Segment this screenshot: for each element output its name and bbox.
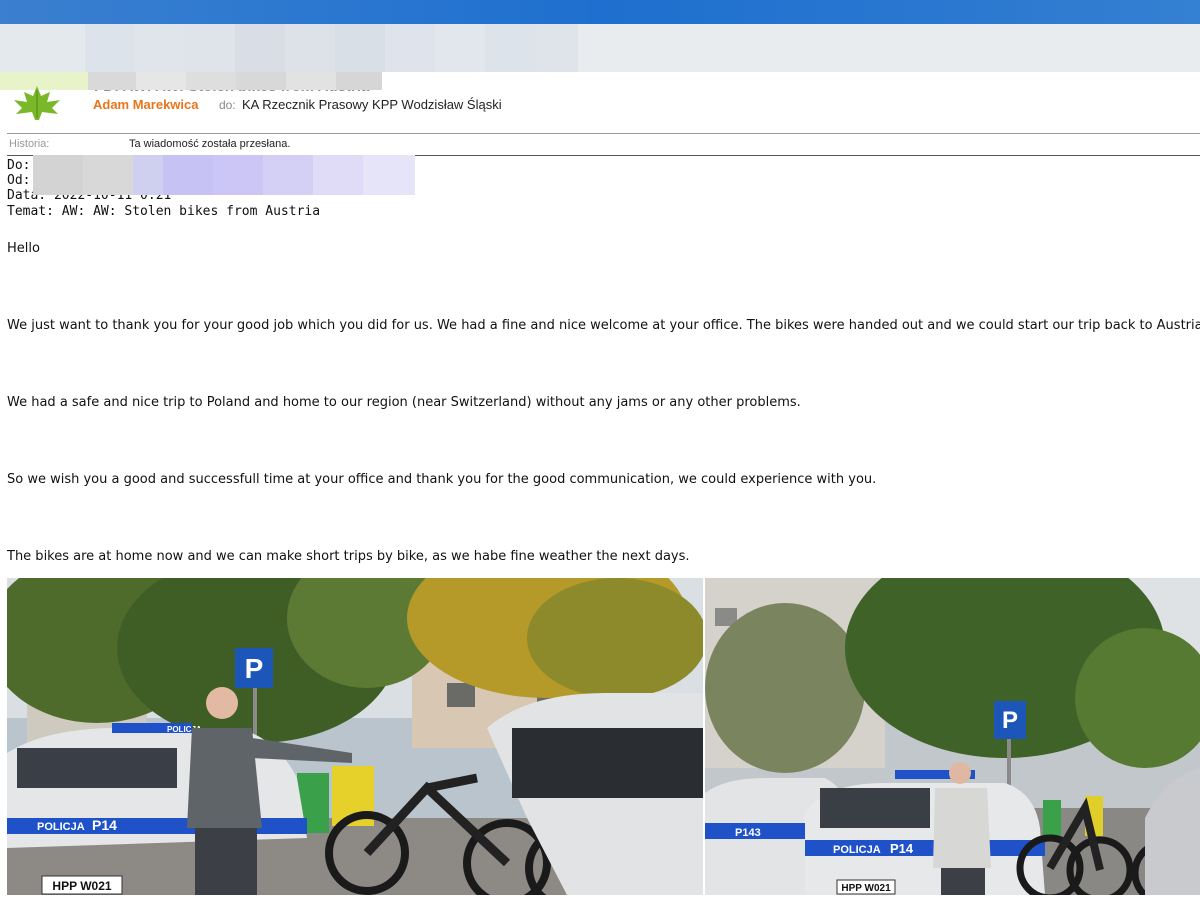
recipient-label: do: (219, 98, 236, 112)
header-to: Do: (7, 158, 31, 173)
history-value: Ta wiadomość została przesłana. (129, 138, 291, 150)
attached-photo-left[interactable]: P POLICJA POLICJA P14 HPP W021 (7, 578, 703, 895)
license-plate-right: HPP W021 (841, 883, 891, 894)
car-side-label-left: POLICJA (37, 821, 85, 833)
redacted-addresses (33, 155, 415, 195)
history-label: Historia: (9, 138, 50, 150)
sender-name[interactable]: Adam Marekwica (93, 97, 199, 112)
divider (7, 133, 1200, 134)
attached-photo-right[interactable]: P P143 POLICJA P14 HPP W021 (705, 578, 1200, 895)
window-titlebar (0, 0, 1200, 24)
body-paragraph-2: We had a safe and nice trip to Poland an… (7, 395, 801, 410)
body-greeting: Hello (7, 241, 40, 256)
blurred-toolbar (0, 24, 1200, 72)
car-side-label-right: POLICJA (833, 844, 881, 856)
car-number-right: P14 (890, 841, 914, 856)
body-paragraph-4: The bikes are at home now and we can mak… (7, 549, 690, 564)
parking-sign-left: P (245, 653, 264, 684)
car-number-left: P14 (92, 817, 117, 833)
header-from: Od: (7, 173, 31, 188)
license-plate-left: HPP W021 (52, 879, 111, 893)
body-paragraph-3: So we wish you a good and successfull ti… (7, 472, 877, 487)
car2-number-right: P143 (735, 827, 761, 839)
recipient-name[interactable]: KA Rzecznik Prasowy KPP Wodzisław Śląski (242, 97, 502, 112)
parking-sign-right: P (1002, 707, 1018, 734)
maple-leaf-icon (14, 86, 60, 120)
body-paragraph-1: We just want to thank you for your good … (7, 318, 1200, 333)
header-subject: Temat: AW: AW: Stolen bikes from Austria (7, 204, 321, 219)
